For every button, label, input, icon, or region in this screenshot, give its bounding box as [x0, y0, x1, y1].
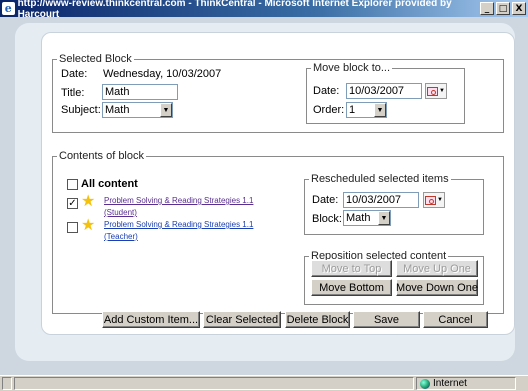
move-to-top-button[interactable]: Move to Top [311, 260, 392, 277]
move-date-calendar-button[interactable]: ▼ [425, 83, 447, 99]
all-content-checkbox[interactable] [67, 179, 78, 190]
clear-selected-button[interactable]: Clear Selected [203, 311, 281, 328]
move-up-one-button[interactable]: Move Up One [396, 260, 478, 277]
zone-label: Internet [433, 378, 467, 389]
reschedule-block-label: Block: [312, 213, 342, 225]
internet-explorer-icon: e [2, 2, 15, 15]
move-date-input[interactable]: 10/03/2007 [346, 83, 422, 99]
reschedule-date-calendar-button[interactable]: ▼ [423, 192, 445, 208]
subject-select-value: Math [105, 104, 130, 116]
move-bottom-button[interactable]: Move Bottom [311, 279, 392, 296]
window-controls: _ □ X [480, 2, 528, 15]
content-item-title: Problem Solving & Reading Strategies 1.1 [104, 196, 254, 205]
selected-date-value: Wednesday, 10/03/2007 [103, 68, 222, 80]
reschedule-date-input[interactable]: 10/03/2007 [343, 192, 419, 208]
reschedule-date-label: Date: [312, 194, 339, 206]
save-button[interactable]: Save [353, 311, 420, 328]
order-select[interactable]: 1 ▼ [346, 102, 387, 118]
browser-viewport: Selected Block Date: Wednesday, 10/03/20… [0, 17, 528, 375]
selected-date-label: Date: [61, 68, 88, 80]
content-item-link[interactable]: Problem Solving & Reading Strategies 1.1… [104, 196, 253, 217]
maximize-button[interactable]: □ [496, 2, 510, 15]
move-down-one-button[interactable]: Move Down One [396, 279, 478, 296]
content-item-checkbox[interactable] [67, 222, 78, 233]
order-select-value: 1 [349, 104, 356, 116]
move-block-legend: Move block to... [313, 62, 391, 74]
order-label: Order: [313, 104, 345, 116]
delete-block-button[interactable]: Delete Block [285, 311, 350, 328]
reposition-group: Reposition selected content [304, 250, 484, 305]
rescheduled-legend: Rescheduled selected items [311, 173, 449, 185]
calendar-icon [427, 86, 439, 96]
all-content-label: All content [81, 178, 138, 190]
add-custom-item-button[interactable]: Add Custom Item... [102, 311, 200, 328]
move-date-label: Date: [313, 85, 340, 97]
reschedule-block-select[interactable]: Math ▼ [343, 210, 391, 226]
status-text [14, 377, 414, 390]
close-button[interactable]: X [512, 2, 526, 15]
title-input[interactable]: Math [102, 84, 178, 100]
window-titlebar: e http://www-review.thinkcentral.com - T… [0, 0, 528, 20]
content-item: Problem Solving & Reading Strategies 1.1… [104, 194, 253, 218]
star-icon: ★ [81, 193, 96, 210]
chevron-down-icon: ▼ [378, 211, 390, 225]
chevron-down-icon: ▼ [160, 103, 172, 117]
minimize-button[interactable]: _ [480, 2, 494, 15]
selected-block-legend: Selected Block [59, 53, 132, 65]
cancel-button[interactable]: Cancel [423, 311, 488, 328]
chevron-down-icon: ▼ [374, 103, 386, 117]
content-item-sub: (Teacher) [104, 232, 138, 241]
chevron-down-icon: ▼ [437, 197, 443, 203]
dialog-panel: Selected Block Date: Wednesday, 10/03/20… [41, 32, 515, 335]
dialog-frame: Selected Block Date: Wednesday, 10/03/20… [15, 23, 515, 361]
content-item: Problem Solving & Reading Strategies 1.1… [104, 218, 253, 242]
contents-legend: Contents of block [59, 150, 144, 162]
chevron-down-icon: ▼ [439, 88, 445, 94]
content-item-title: Problem Solving & Reading Strategies 1.1 [104, 220, 254, 229]
globe-icon [420, 378, 430, 389]
star-icon: ★ [81, 217, 96, 234]
content-item-checkbox[interactable]: ✓ [67, 198, 78, 209]
content-item-sub: (Student) [104, 208, 137, 217]
subject-label: Subject: [61, 104, 101, 116]
page-icon [2, 377, 12, 390]
security-zone: Internet [416, 377, 516, 390]
subject-select[interactable]: Math ▼ [102, 102, 173, 118]
status-bar: Internet [0, 375, 528, 391]
content-item-link[interactable]: Problem Solving & Reading Strategies 1.1… [104, 220, 253, 241]
calendar-icon [425, 195, 437, 205]
reschedule-block-select-value: Math [346, 212, 371, 224]
title-label: Title: [61, 87, 85, 99]
